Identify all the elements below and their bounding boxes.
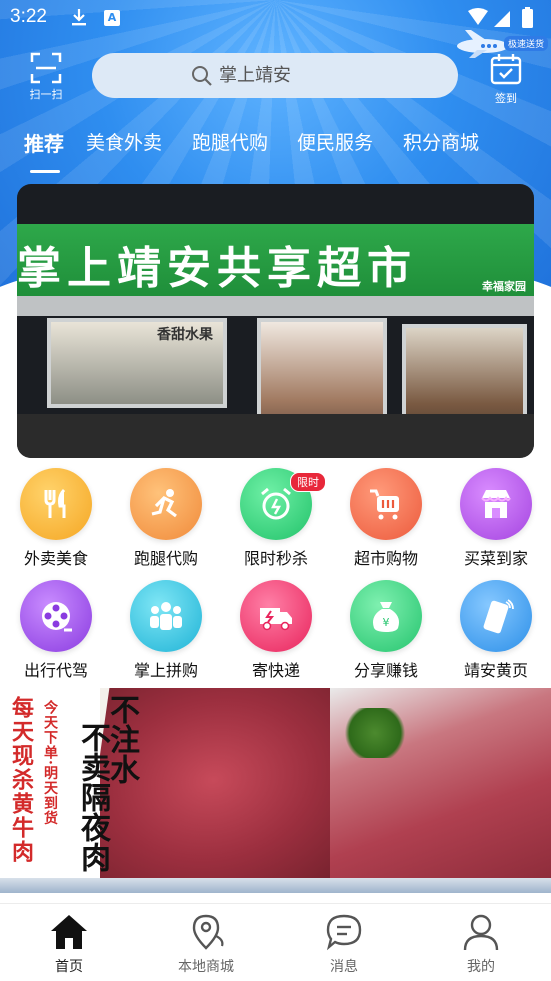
message-icon xyxy=(326,914,362,951)
nav-home[interactable]: 首页 xyxy=(19,912,119,976)
scan-label: 扫一扫 xyxy=(29,88,63,101)
limited-badge: 限时 xyxy=(290,472,326,492)
runner-icon xyxy=(151,489,177,518)
tab-points-mall[interactable]: 积分商城 xyxy=(403,128,479,155)
banner-floor xyxy=(17,414,534,458)
shop-icon xyxy=(481,490,511,518)
grid-label-supermarket: 超市购物 xyxy=(353,549,418,568)
nav-label-profile: 我的 xyxy=(467,959,495,975)
grid-label-yellow-pages: 靖安黄页 xyxy=(463,661,528,680)
scan-button[interactable]: 扫一扫 xyxy=(24,52,68,101)
grid-item-courier[interactable]: 寄快递 xyxy=(226,580,326,681)
group-icon xyxy=(150,602,182,630)
alarm-clock-icon xyxy=(261,487,291,520)
grid-item-travel[interactable]: 出行代驾 xyxy=(6,580,106,681)
plane-badge-text: 极速送货 xyxy=(504,36,549,51)
search-icon xyxy=(192,65,212,86)
film-reel-icon xyxy=(42,602,72,632)
promo-text-big-2: 不卖隔夜肉 xyxy=(75,722,110,872)
tab-errands[interactable]: 跑腿代购 xyxy=(192,128,268,155)
nav-profile[interactable]: 我的 xyxy=(431,912,531,976)
promo-text-small: 今天下单·明天到货 xyxy=(42,700,58,826)
grid-label-group-buy: 掌上拼购 xyxy=(133,661,198,680)
phone-icon xyxy=(483,599,514,634)
tab-recommend[interactable]: 推荐 xyxy=(24,128,64,157)
grid-label-courier: 寄快递 xyxy=(251,661,300,680)
shopping-cart-icon xyxy=(370,489,399,520)
promo-text-left: 每天现杀黄牛肉 xyxy=(8,696,34,864)
svg-text:¥: ¥ xyxy=(383,616,390,629)
grid-item-group-buy[interactable]: 掌上拼购 xyxy=(116,580,216,681)
grid-label-travel: 出行代驾 xyxy=(23,661,88,680)
promo-wave-decoration xyxy=(0,878,551,893)
signin-label: 签到 xyxy=(495,92,517,105)
store-banner[interactable]: 掌上靖安共享超市 幸福家园 189795511 香甜水果 xyxy=(17,184,534,458)
banner-sign-sub: 幸福家园 xyxy=(482,280,526,293)
grid-item-supermarket[interactable]: 超市购物 xyxy=(336,468,436,569)
bottom-nav: 首页 本地商城 消息 我的 xyxy=(0,903,551,981)
grid-item-groceries[interactable]: 买菜到家 xyxy=(446,468,546,569)
tab-services[interactable]: 便民服务 xyxy=(297,128,373,155)
grid-label-share-earn: 分享赚钱 xyxy=(353,661,418,680)
tab-food-delivery[interactable]: 美食外卖 xyxy=(86,128,162,155)
grid-label-food: 外卖美食 xyxy=(23,549,88,568)
category-tabs: 推荐 美食外卖 跑腿代购 便民服务 积分商城 xyxy=(0,128,551,168)
calendar-check-icon xyxy=(490,54,522,85)
banner-inner-sign: 香甜水果 xyxy=(157,327,213,343)
grid-item-errands[interactable]: 跑腿代购 xyxy=(116,468,216,569)
nav-label-messages: 消息 xyxy=(330,959,358,975)
grid-label-errands: 跑腿代购 xyxy=(133,549,198,568)
user-icon xyxy=(463,914,499,951)
active-tab-indicator xyxy=(30,170,60,173)
nav-label-home: 首页 xyxy=(55,959,83,975)
grid-label-groceries: 买菜到家 xyxy=(463,549,528,568)
truck-icon xyxy=(260,608,292,631)
money-bag-icon: ¥ xyxy=(373,602,399,632)
service-grid: 外卖美食 跑腿代购 限时秒杀 限时 超市购物 买菜到家 出行代驾 掌上拼购 寄快… xyxy=(0,468,551,688)
promo-banner[interactable]: 每天现杀黄牛肉 今天下单·明天到货 不注水 不卖隔夜肉 xyxy=(0,688,551,893)
grid-label-flash-sale: 限时秒杀 xyxy=(243,549,308,568)
location-pin-icon xyxy=(192,914,224,950)
download-icon xyxy=(72,9,86,26)
nav-messages[interactable]: 消息 xyxy=(294,912,394,976)
home-icon xyxy=(51,915,87,949)
nav-label-local-mall: 本地商城 xyxy=(178,959,234,975)
search-input[interactable] xyxy=(219,65,359,86)
scan-icon xyxy=(30,52,62,84)
search-bar[interactable] xyxy=(92,53,458,98)
status-time: 3:22 xyxy=(10,6,47,27)
grid-item-food[interactable]: 外卖美食 xyxy=(6,468,106,569)
banner-sign-text: 掌上靖安共享超市 xyxy=(17,243,417,294)
fork-knife-icon xyxy=(44,488,66,518)
system-status-icons xyxy=(468,7,533,28)
a-icon: A xyxy=(104,10,120,26)
grid-item-yellow-pages[interactable]: 靖安黄页 xyxy=(446,580,546,681)
promo-herb-decoration xyxy=(340,708,410,758)
signin-button[interactable]: 签到 xyxy=(484,52,528,105)
banner-awning xyxy=(17,296,534,316)
nav-local-mall[interactable]: 本地商城 xyxy=(156,912,256,976)
grid-item-share-earn[interactable]: ¥ 分享赚钱 xyxy=(336,580,436,681)
